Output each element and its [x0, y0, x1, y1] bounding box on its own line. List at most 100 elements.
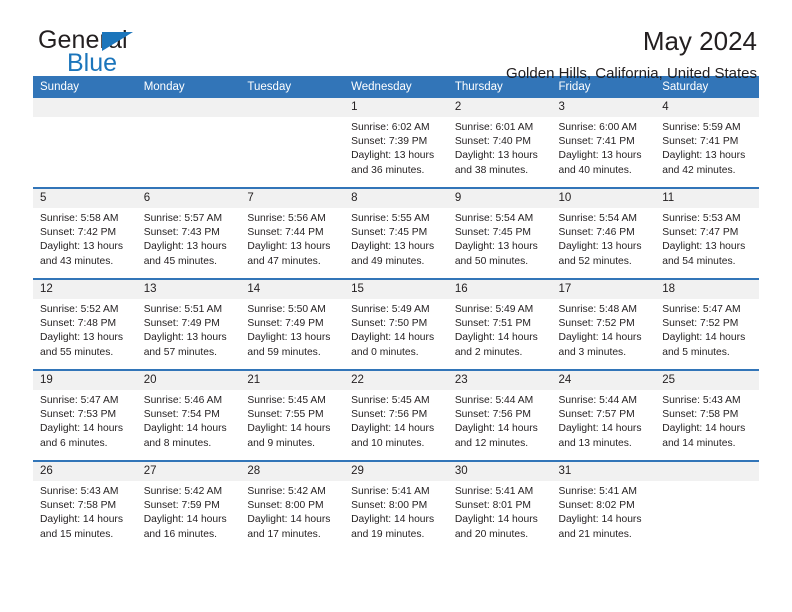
sunrise-text: Sunrise: 5:41 AM [558, 486, 637, 497]
day-cell[interactable]: 1 Sunrise: 6:02 AM Sunset: 7:39 PM Daylight… [344, 98, 448, 187]
daylight-text-line1: Daylight: 14 hours [40, 423, 123, 435]
day-number: 12 [33, 280, 137, 299]
day-cell[interactable]: 9 Sunrise: 5:54 AM Sunset: 7:45 PM Daylight… [447, 189, 552, 278]
day-details: Sunrise: 5:48 AM Sunset: 7:52 PM Daylight:… [552, 299, 656, 360]
sunrise-text: Sunrise: 5:54 AM [454, 213, 534, 224]
calendar-cell: 7 Sunrise: 5:56 AM Sunset: 7:44 PM Daylight… [240, 187, 345, 279]
sunrise-text: Sunrise: 5:54 AM [558, 213, 637, 224]
calendar-body: 1 Sunrise: 6:02 AM Sunset: 7:39 PM Daylight… [33, 98, 759, 551]
day-cell[interactable]: 20 Sunrise: 5:46 AM Sunset: 7:54 PM Dayligh… [136, 371, 241, 460]
day-cell[interactable]: 15 Sunrise: 5:49 AM Sunset: 7:50 PM Dayligh… [344, 280, 448, 369]
day-cell[interactable]: 14 Sunrise: 5:50 AM Sunset: 7:49 PM Dayligh… [240, 280, 345, 369]
daylight-text-line2: and 5 minutes. [662, 346, 730, 358]
calendar-cell: 2 Sunrise: 6:01 AM Sunset: 7:40 PM Daylight… [447, 98, 552, 188]
sunset-text: Sunset: 7:56 PM [454, 409, 531, 421]
day-cell[interactable]: 28 Sunrise: 5:42 AM Sunset: 8:00 PM Dayligh… [240, 462, 345, 551]
calendar-cell: 17 Sunrise: 5:48 AM Sunset: 7:52 PM Dayligh… [551, 278, 656, 370]
day-details: Sunrise: 5:50 AM Sunset: 7:49 PM Daylight:… [240, 299, 344, 360]
day-cell[interactable]: 31 Sunrise: 5:41 AM Sunset: 8:02 PM Dayligh… [551, 462, 656, 551]
day-number: 31 [551, 462, 656, 481]
daylight-text-line2: and 49 minutes. [351, 255, 425, 267]
calendar-cell: 21 Sunrise: 5:45 AM Sunset: 7:55 PM Dayligh… [240, 369, 345, 461]
day-cell[interactable]: 21 Sunrise: 5:45 AM Sunset: 7:55 PM Dayligh… [240, 371, 345, 460]
title-block: May 2024 Golden Hills, California, Unite… [506, 27, 759, 83]
day-cell[interactable]: 18 Sunrise: 5:47 AM Sunset: 7:52 PM Dayligh… [655, 280, 759, 369]
day-cell[interactable]: 10 Sunrise: 5:54 AM Sunset: 7:46 PM Dayligh… [551, 189, 656, 278]
sunrise-text: Sunrise: 5:42 AM [143, 486, 223, 497]
day-cell[interactable]: 16 Sunrise: 5:49 AM Sunset: 7:51 PM Dayligh… [447, 280, 552, 369]
calendar-cell: 10 Sunrise: 5:54 AM Sunset: 7:46 PM Dayligh… [551, 187, 656, 279]
daylight-text-line1: Daylight: 14 hours [662, 423, 746, 435]
daylight-text-line1: Daylight: 13 hours [143, 241, 227, 253]
day-cell[interactable]: 22 Sunrise: 5:45 AM Sunset: 7:56 PM Dayligh… [344, 371, 448, 460]
day-cell[interactable]: 3 Sunrise: 6:00 AM Sunset: 7:41 PM Daylight… [551, 98, 656, 187]
daylight-text-line2: and 47 minutes. [247, 255, 321, 267]
day-number: 24 [551, 371, 656, 390]
day-cell[interactable]: 23 Sunrise: 5:44 AM Sunset: 7:56 PM Dayligh… [447, 371, 552, 460]
sunrise-text: Sunrise: 5:56 AM [247, 213, 326, 224]
day-details: Sunrise: 5:49 AM Sunset: 7:50 PM Daylight:… [344, 299, 448, 360]
daylight-text-line2: and 40 minutes. [558, 164, 632, 176]
calendar-table: Sunday Monday Tuesday Wednesday Thursday Frid… [33, 76, 759, 551]
day-cell[interactable]: 12 Sunrise: 5:52 AM Sunset: 7:48 PM Dayligh… [33, 280, 137, 369]
day-cell[interactable]: 6 Sunrise: 5:57 AM Sunset: 7:43 PM Daylight… [136, 189, 241, 278]
page-subtitle: Golden Hills, California, United States [506, 65, 757, 83]
calendar-week-row: 26 Sunrise: 5:43 AM Sunset: 7:58 PM Dayligh… [33, 460, 759, 551]
day-details: Sunrise: 6:02 AM Sunset: 7:39 PM Daylight:… [344, 117, 448, 178]
sunrise-text: Sunrise: 6:02 AM [351, 122, 430, 133]
daylight-text-line2: and 12 minutes. [454, 437, 529, 449]
day-cell[interactable]: 27 Sunrise: 5:42 AM Sunset: 7:59 PM Dayligh… [136, 462, 241, 551]
daylight-text-line1: Daylight: 13 hours [662, 241, 746, 253]
daylight-text-line2: and 16 minutes. [143, 528, 217, 540]
day-cell[interactable]: 13 Sunrise: 5:51 AM Sunset: 7:49 PM Dayligh… [136, 280, 241, 369]
calendar-week-row: 1 Sunrise: 6:02 AM Sunset: 7:39 PM Daylight… [33, 98, 759, 188]
general-blue-logo[interactable]: General Blue [33, 28, 213, 84]
calendar-cell: 4 Sunrise: 5:59 AM Sunset: 7:41 PM Daylight… [655, 98, 759, 188]
day-details: Sunrise: 5:54 AM Sunset: 7:46 PM Daylight:… [552, 208, 656, 269]
day-details: Sunrise: 5:44 AM Sunset: 7:56 PM Daylight:… [448, 390, 552, 451]
calendar-cell [33, 98, 137, 188]
calendar-week-row: 19 Sunrise: 5:47 AM Sunset: 7:53 PM Dayligh… [33, 369, 759, 461]
day-details: Sunrise: 5:57 AM Sunset: 7:43 PM Daylight:… [137, 208, 241, 269]
daylight-text-line1: Daylight: 14 hours [143, 514, 227, 526]
sunrise-text: Sunrise: 5:57 AM [143, 213, 223, 224]
day-number: 17 [551, 280, 656, 299]
day-cell-empty [240, 98, 345, 187]
day-cell[interactable]: 8 Sunrise: 5:55 AM Sunset: 7:45 PM Daylight… [344, 189, 448, 278]
day-number: 11 [655, 189, 759, 208]
day-number [655, 462, 759, 481]
day-cell[interactable]: 26 Sunrise: 5:43 AM Sunset: 7:58 PM Dayligh… [33, 462, 137, 551]
day-details: Sunrise: 5:42 AM Sunset: 8:00 PM Daylight:… [240, 481, 344, 542]
day-cell[interactable]: 5 Sunrise: 5:58 AM Sunset: 7:42 PM Daylight… [33, 189, 137, 278]
calendar-cell: 24 Sunrise: 5:44 AM Sunset: 7:57 PM Dayligh… [551, 369, 656, 461]
sunrise-text: Sunrise: 5:45 AM [247, 395, 326, 406]
sunrise-text: Sunrise: 5:41 AM [454, 486, 534, 497]
day-details: Sunrise: 5:41 AM Sunset: 8:01 PM Daylight:… [448, 481, 552, 542]
sunset-text: Sunset: 7:52 PM [662, 318, 739, 330]
daylight-text-line2: and 0 minutes. [351, 346, 419, 358]
daylight-text-line1: Daylight: 13 hours [454, 241, 538, 253]
daylight-text-line2: and 50 minutes. [454, 255, 529, 267]
day-cell[interactable]: 29 Sunrise: 5:41 AM Sunset: 8:00 PM Dayligh… [344, 462, 448, 551]
sunrise-text: Sunrise: 5:45 AM [351, 395, 430, 406]
day-number: 26 [33, 462, 137, 481]
day-cell[interactable]: 7 Sunrise: 5:56 AM Sunset: 7:44 PM Daylight… [240, 189, 345, 278]
day-cell[interactable]: 30 Sunrise: 5:41 AM Sunset: 8:01 PM Dayligh… [447, 462, 552, 551]
day-cell[interactable]: 25 Sunrise: 5:43 AM Sunset: 7:58 PM Dayligh… [655, 371, 759, 460]
sunrise-text: Sunrise: 5:47 AM [40, 395, 119, 406]
calendar-cell [655, 460, 759, 551]
daylight-text-line1: Daylight: 14 hours [558, 332, 642, 344]
calendar-cell: 31 Sunrise: 5:41 AM Sunset: 8:02 PM Dayligh… [551, 460, 656, 551]
day-cell[interactable]: 24 Sunrise: 5:44 AM Sunset: 7:57 PM Dayligh… [551, 371, 656, 460]
sunrise-text: Sunrise: 5:43 AM [40, 486, 119, 497]
day-number: 25 [655, 371, 759, 390]
day-cell[interactable]: 19 Sunrise: 5:47 AM Sunset: 7:53 PM Dayligh… [33, 371, 137, 460]
sunset-text: Sunset: 7:53 PM [40, 409, 117, 421]
day-number: 19 [33, 371, 137, 390]
daylight-text-line1: Daylight: 14 hours [247, 423, 331, 435]
day-cell[interactable]: 11 Sunrise: 5:53 AM Sunset: 7:47 PM Dayligh… [655, 189, 759, 278]
day-cell[interactable]: 2 Sunrise: 6:01 AM Sunset: 7:40 PM Daylight… [447, 98, 552, 187]
day-cell[interactable]: 4 Sunrise: 5:59 AM Sunset: 7:41 PM Daylight… [655, 98, 759, 187]
day-details: Sunrise: 5:41 AM Sunset: 8:00 PM Daylight:… [344, 481, 448, 542]
day-cell[interactable]: 17 Sunrise: 5:48 AM Sunset: 7:52 PM Dayligh… [551, 280, 656, 369]
